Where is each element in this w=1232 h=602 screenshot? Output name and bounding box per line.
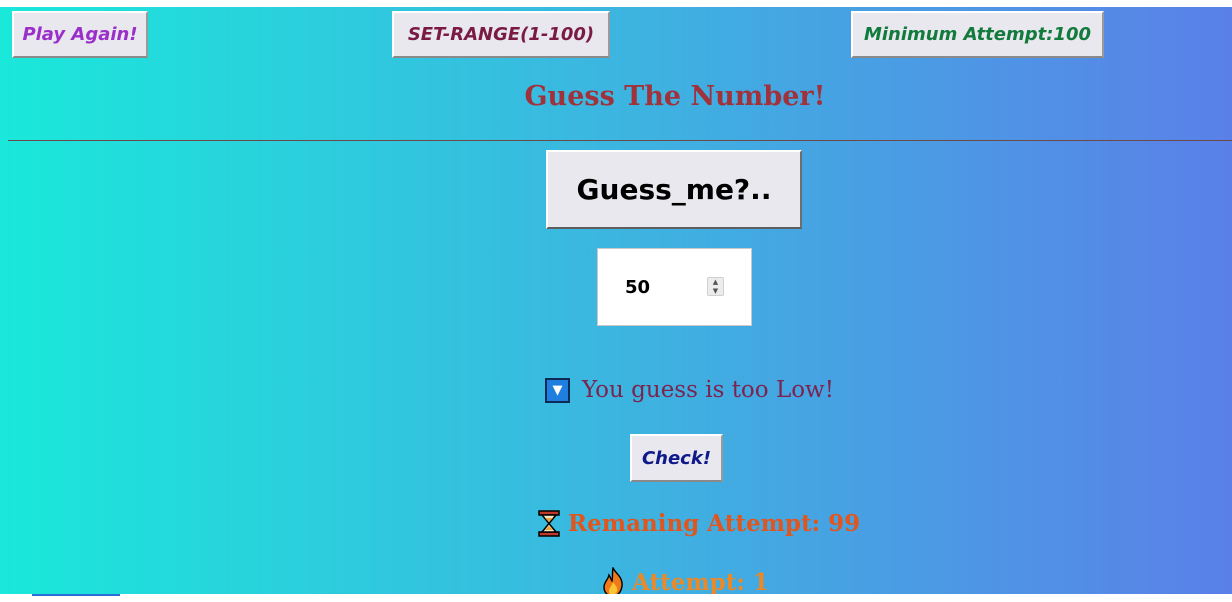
top-cut-off-strip [0,0,1232,7]
down-arrow-button-icon: ▼ [545,377,570,403]
game-page: Play Again! SET-RANGE(1-100) Minimum Att… [0,7,1232,594]
set-range-button[interactable]: SET-RANGE(1-100) [392,11,610,58]
chevron-down-icon[interactable]: ▼ [708,287,723,295]
guess-number-spinbox[interactable]: ▲ ▼ [597,248,752,326]
play-again-button[interactable]: Play Again! [12,11,148,58]
check-button[interactable]: Check! [630,434,723,482]
divider [8,140,1232,141]
hourglass-icon [538,510,560,537]
minimum-attempt-button[interactable]: Minimum Attempt:100 [851,11,1104,58]
fire-icon [603,567,623,594]
guess-number-input[interactable] [625,277,695,298]
attempt-counter-text: Attempt: 1 [632,568,769,595]
feedback-message: ▼ You guess is too Low! [545,375,834,405]
bottom-cut-off-strip [0,594,1232,602]
bottom-strip-accent [32,594,120,596]
guess-me-button[interactable]: Guess_me?.. [546,150,802,229]
feedback-text: You guess is too Low! [582,377,834,403]
page-title: Guess The Number! [524,81,826,112]
spin-arrows[interactable]: ▲ ▼ [707,277,724,296]
remaining-attempts: Remaning Attempt: 99 [538,510,860,537]
remaining-attempts-text: Remaning Attempt: 99 [568,510,861,537]
chevron-up-icon[interactable]: ▲ [708,278,723,286]
attempt-counter: Attempt: 1 [600,567,769,594]
